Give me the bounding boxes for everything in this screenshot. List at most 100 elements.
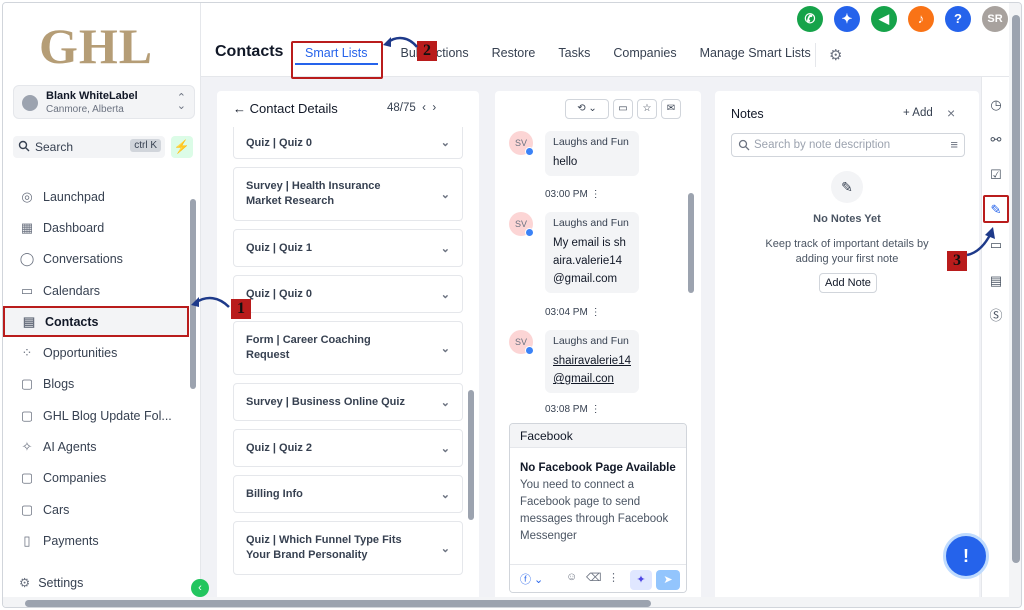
account-switcher[interactable]: Blank WhiteLabel Canmore, Alberta ⌃ ⌄ [13,85,195,119]
tab-manage-smart-lists[interactable]: Manage Smart Lists [700,43,811,65]
sidebar-item-payments[interactable]: ▯ Payments [3,525,189,556]
more-icon[interactable]: ⋮ [608,571,619,584]
sidebar-scrollbar[interactable] [189,181,197,571]
list-item[interactable]: Quiz | Quiz 0 ⌄ [233,275,463,313]
ai-sparkle-icon[interactable]: ✦ [834,6,860,32]
sidebar-item-blogs[interactable]: ▢ Blogs [3,369,189,400]
chevron-down-icon: ⌄ [440,542,450,555]
payments-icon[interactable]: Ⓢ [988,308,1004,324]
logo: GHL [39,18,154,74]
tab-companies[interactable]: Companies [613,43,676,65]
document-icon[interactable]: ▤ [988,273,1004,289]
sidebar-item-calendars[interactable]: ▭ Calendars [3,275,189,306]
ai-assist-button[interactable]: ✦ [630,570,652,590]
phone-icon[interactable]: ✆ [797,6,823,32]
quick-action-icon[interactable]: ⚡ [171,136,193,158]
list-item[interactable]: Quiz | Which Funnel Type Fits Your Brand… [233,521,463,575]
messenger-icon [525,228,534,237]
contact-details-header[interactable]: ← Contact Details [233,101,338,116]
page-scrollbar-vertical[interactable] [1009,3,1021,607]
facebook-channel-select[interactable]: ⓕ ⌄ [520,571,543,587]
folder-icon[interactable]: ▭ [613,99,633,119]
star-icon[interactable]: ☆ [637,99,657,119]
sidebar-item-launchpad[interactable]: ◎ Launchpad [3,181,189,212]
list-item-label: Quiz | Quiz 1 [246,242,313,254]
sidebar-item-settings[interactable]: ⚙ Settings [19,575,84,591]
sidebar-item-dashboard[interactable]: ▦ Dashboard [3,212,189,243]
message-text: My email is shaira.valerie14@gmail.com [553,237,626,285]
add-note-button[interactable]: Add Note [819,273,877,293]
prev-record-icon[interactable]: ‹ [419,102,426,114]
list-item[interactable]: Form | Career Coaching Request ⌄ [233,321,463,375]
sidebar-item-opportunities[interactable]: ⁘ Opportunities [3,337,189,368]
message-bubble: Laughs and Fun hello [545,131,639,176]
list-item-label: Quiz | Quiz 0 [246,136,313,149]
tab-restore[interactable]: Restore [492,43,536,65]
settings-label: Settings [38,575,84,590]
list-item[interactable]: Survey | Health Insurance Market Researc… [233,167,463,221]
facebook-header: Facebook [510,424,686,448]
collapse-sidebar-button[interactable]: ‹ [191,579,209,597]
history-icon[interactable]: ◷ [988,97,1004,113]
user-avatar[interactable]: SR [982,6,1008,32]
close-icon[interactable]: × [947,105,955,121]
chevron-down-icon: ⌄ [440,137,450,149]
sidebar: GHL Blank WhiteLabel Canmore, Alberta ⌃ ⌄… [3,3,209,607]
account-name: Blank WhiteLabel [46,90,138,102]
list-item[interactable]: Quiz | Quiz 0 ⌄ [233,127,463,159]
contact-details-scrollbar[interactable] [467,95,475,595]
settings-gear-icon[interactable]: ⚙ [829,46,842,64]
send-button[interactable]: ➤ [656,570,680,590]
clear-icon[interactable]: ⌫ [586,571,602,584]
message-link[interactable]: shairavalerie14@gmail.con [553,352,631,388]
sidebar-item-companies[interactable]: ▢ Companies [3,463,189,494]
list-item-label: Form | Career Coaching Request [246,334,371,361]
mail-icon[interactable]: ✉ [661,99,681,119]
notes-search-input[interactable]: Search by note description ≡ [731,133,965,157]
message-text: hello [553,156,578,168]
scrollbar-thumb[interactable] [468,390,474,520]
megaphone-icon[interactable]: ◀ [871,6,897,32]
message-time-text: 03:08 PM [545,404,588,415]
add-note-link[interactable]: + Add [903,107,933,119]
conversation-scrollbar[interactable] [687,133,695,407]
page-title: Contacts [215,43,284,60]
facebook-empty-description: You need to connect a Facebook page to s… [520,479,669,542]
tasks-icon[interactable]: ☑ [988,167,1004,183]
list-item[interactable]: Survey | Business Online Quiz ⌄ [233,383,463,421]
bell-icon[interactable]: ♪ [908,6,934,32]
help-icon[interactable]: ? [945,6,971,32]
scrollbar-thumb[interactable] [688,193,694,293]
emoji-icon[interactable]: ☺ [566,571,577,583]
record-count: 48/75 [387,102,416,114]
filter-icon[interactable]: ≡ [950,137,958,152]
sidebar-item-blog-update[interactable]: ▢ GHL Blog Update Fol... [3,400,189,431]
list-item[interactable]: Quiz | Quiz 1 ⌄ [233,229,463,267]
chevron-down-icon: ⌄ [440,288,450,301]
sidebar-item-contacts[interactable]: ▤ Contacts [3,306,189,338]
channel-filter-dropdown[interactable]: ⟲ ⌄ [565,99,609,119]
page-scrollbar-horizontal[interactable] [3,597,1009,607]
message-sender: Laughs and Fun [553,136,629,148]
list-item[interactable]: Billing Info ⌄ [233,475,463,513]
chat-icon: ◯ [19,251,35,267]
search-label: Search [35,140,74,154]
tab-tasks[interactable]: Tasks [558,43,590,65]
sidebar-item-conversations[interactable]: ◯ Conversations [3,244,189,275]
scrollbar-thumb[interactable] [25,600,651,607]
feedback-button[interactable]: ! [943,533,989,579]
search-icon [18,140,30,152]
header: ✆ ✦ ◀ ♪ ? SR Contacts Smart Lists Bulk A… [201,3,1009,79]
workflow-icon[interactable]: ⚯ [988,132,1004,148]
payments-icon: ▯ [23,532,31,548]
conversation-toolbar: ⟲ ⌄ ▭ ☆ ✉ [565,99,685,119]
composer-footer: ⓕ ⌄ ☺ ⌫ ⋮ ✦ ➤ [510,564,686,592]
sidebar-item-cars[interactable]: ▢ Cars [3,494,189,525]
sidebar-item-ai-agents[interactable]: ✧ AI Agents [3,431,189,462]
list-item[interactable]: Quiz | Quiz 2 ⌄ [233,429,463,467]
next-record-icon[interactable]: › [429,102,436,114]
scrollbar-thumb[interactable] [1012,15,1020,563]
sidebar-search[interactable]: Search ctrl K [13,136,165,158]
sparkle-icon: ✧ [21,439,33,455]
rocket-icon: ◎ [21,188,33,204]
